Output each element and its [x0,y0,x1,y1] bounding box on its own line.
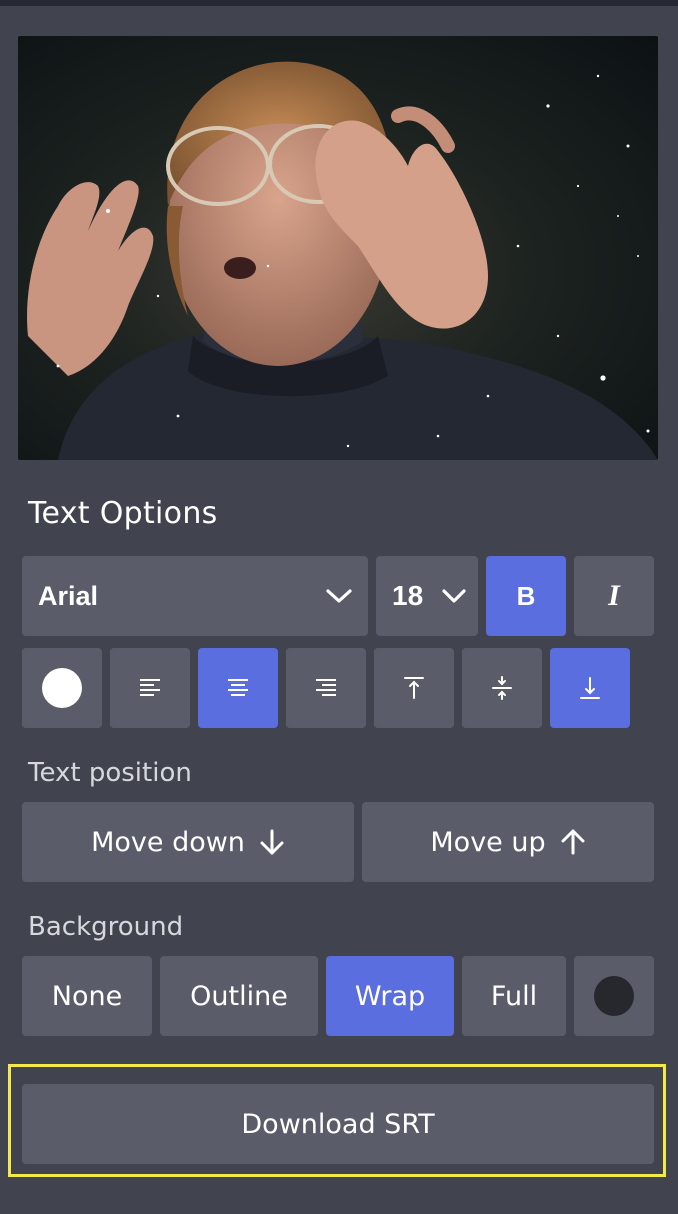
italic-button[interactable]: I [574,556,654,636]
align-left-icon [140,679,160,696]
bold-button[interactable]: B [486,556,566,636]
italic-icon: I [608,579,620,612]
background-outline-button[interactable]: Outline [160,956,318,1036]
background-wrap-button[interactable]: Wrap [326,956,454,1036]
text-color-swatch [42,668,82,708]
background-outline-label: Outline [190,980,288,1012]
background-full-button[interactable]: Full [462,956,566,1036]
move-down-button[interactable]: Move down [22,802,354,882]
download-srt-button[interactable]: Download SRT [22,1084,654,1164]
arrow-up-icon [561,829,585,855]
align-top-icon [404,677,424,699]
background-none-button[interactable]: None [22,956,152,1036]
text-position-label: Text position [28,758,192,788]
font-select[interactable]: Arial [22,556,368,636]
video-frame-illustration [27,61,658,460]
move-up-label: Move up [430,826,546,858]
font-size-select[interactable]: 18 [376,556,478,636]
top-bar [0,0,678,6]
text-options-title: Text Options [28,496,218,531]
vertical-align-middle-button[interactable] [462,648,542,728]
align-left-button[interactable] [110,648,190,728]
font-size-value: 18 [392,580,424,611]
text-color-button[interactable] [22,648,102,728]
align-right-icon [316,679,336,696]
align-middle-icon [492,676,512,700]
vertical-align-top-button[interactable] [374,648,454,728]
align-right-button[interactable] [286,648,366,728]
align-center-icon [228,679,248,696]
background-full-label: Full [490,980,538,1012]
bold-label: B [516,580,536,611]
move-up-button[interactable]: Move up [362,802,654,882]
font-select-value: Arial [38,580,99,611]
video-preview[interactable] [18,36,658,460]
background-color-button[interactable] [574,956,654,1036]
align-center-button[interactable] [198,648,278,728]
download-srt-label: Download SRT [241,1108,435,1140]
move-down-label: Move down [91,826,245,858]
background-label: Background [28,912,184,942]
background-wrap-label: Wrap [354,980,426,1012]
background-none-label: None [51,980,123,1012]
background-color-swatch [594,976,634,1016]
vertical-align-bottom-button[interactable] [550,648,630,728]
chevron-down-icon [442,589,466,603]
arrow-down-icon [260,829,284,855]
chevron-down-icon [326,589,352,603]
align-bottom-icon [580,677,600,699]
